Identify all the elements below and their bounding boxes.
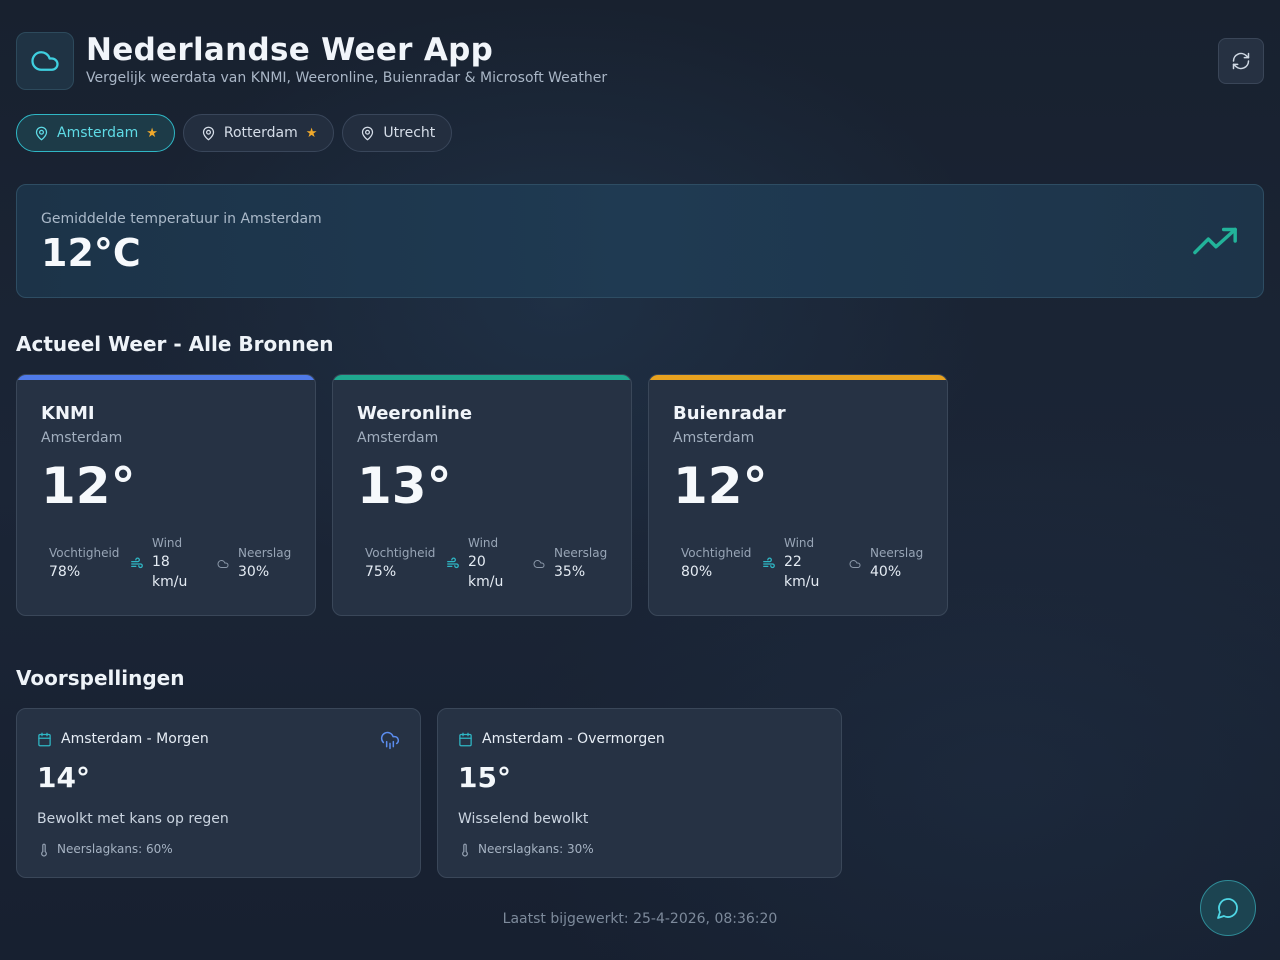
app-header: Nederlandse Weer App Vergelijk weerdata … bbox=[16, 32, 1264, 90]
wind-value: 22 bbox=[784, 554, 802, 570]
source-accent-bar bbox=[17, 375, 315, 380]
wind-label: Wind bbox=[784, 536, 815, 550]
calendar-icon bbox=[38, 732, 51, 747]
city-selector: Amsterdam ★ Rotterdam ★ Utrecht bbox=[16, 114, 453, 152]
forecast-description: Wisselend bewolkt bbox=[458, 811, 589, 827]
forecast-rain-chance: Neerslagkans: 30% bbox=[478, 842, 594, 856]
cloud-rain-icon bbox=[380, 731, 400, 750]
city-chip-label: Utrecht bbox=[383, 125, 436, 141]
source-accent-bar bbox=[649, 375, 947, 380]
source-name: Weeronline bbox=[357, 403, 473, 424]
forecast-title: Amsterdam - Morgen bbox=[61, 731, 209, 747]
city-chip-rotterdam[interactable]: Rotterdam ★ bbox=[182, 114, 335, 152]
humidity-value: 78% bbox=[49, 564, 81, 580]
wind-unit: km/u bbox=[784, 574, 820, 590]
forecast-rain-chance: Neerslagkans: 60% bbox=[57, 842, 173, 856]
app-title: Nederlandse Weer App bbox=[86, 32, 494, 68]
wind-unit: km/u bbox=[468, 574, 504, 590]
source-city: Amsterdam bbox=[41, 430, 123, 446]
source-city: Amsterdam bbox=[357, 430, 439, 446]
wind-label: Wind bbox=[468, 536, 499, 550]
source-card-buienradar: Buienradar Amsterdam 12° Vochtigheid 80%… bbox=[648, 374, 948, 616]
source-temperature: 13° bbox=[357, 457, 452, 515]
chat-bubble-icon bbox=[1217, 898, 1238, 919]
forecast-card-tomorrow: Amsterdam - Morgen 14° Bewolkt met kans … bbox=[16, 708, 421, 878]
city-chip-amsterdam[interactable]: Amsterdam ★ bbox=[16, 114, 175, 152]
refresh-button[interactable] bbox=[1218, 38, 1264, 84]
refresh-icon bbox=[1232, 52, 1250, 70]
humidity-value: 75% bbox=[365, 564, 397, 580]
wind-value: 20 bbox=[468, 554, 486, 570]
map-pin-icon bbox=[202, 126, 215, 140]
rain-value: 40% bbox=[870, 564, 902, 580]
rain-label: Neerslag bbox=[238, 546, 292, 560]
wind-label: Wind bbox=[152, 536, 183, 550]
source-card-knmi: KNMI Amsterdam 12° Vochtigheid 78% Wind … bbox=[16, 374, 316, 616]
forecast-temperature: 15° bbox=[458, 761, 511, 794]
cloud-icon bbox=[217, 560, 229, 568]
thermometer-icon bbox=[462, 843, 468, 857]
cloud-icon bbox=[533, 560, 545, 568]
source-name: Buienradar bbox=[673, 403, 786, 424]
humidity-label: Vochtigheid bbox=[365, 546, 436, 560]
current-weather-title: Actueel Weer - Alle Bronnen bbox=[16, 332, 334, 356]
star-icon: ★ bbox=[305, 125, 318, 141]
average-label: Gemiddelde temperatuur in Amsterdam bbox=[41, 211, 322, 227]
average-value: 12°C bbox=[41, 231, 141, 275]
map-pin-icon bbox=[35, 126, 48, 140]
source-city: Amsterdam bbox=[673, 430, 755, 446]
average-temperature-card: Gemiddelde temperatuur in Amsterdam 12°C bbox=[16, 184, 1264, 298]
rain-value: 30% bbox=[238, 564, 270, 580]
thermometer-icon bbox=[41, 843, 47, 857]
source-temperature: 12° bbox=[673, 457, 768, 515]
forecast-description: Bewolkt met kans op regen bbox=[37, 811, 229, 827]
forecast-section-title: Voorspellingen bbox=[16, 666, 185, 690]
calendar-icon bbox=[459, 732, 472, 747]
source-card-weeronline: Weeronline Amsterdam 13° Vochtigheid 75%… bbox=[332, 374, 632, 616]
humidity-value: 80% bbox=[681, 564, 713, 580]
wind-value: 18 bbox=[152, 554, 170, 570]
city-chip-label: Amsterdam bbox=[57, 125, 139, 141]
humidity-label: Vochtigheid bbox=[49, 546, 120, 560]
rain-label: Neerslag bbox=[870, 546, 924, 560]
chat-button[interactable] bbox=[1200, 880, 1256, 936]
wind-icon bbox=[131, 557, 143, 569]
app-subtitle: Vergelijk weerdata van KNMI, Weeronline,… bbox=[86, 70, 608, 86]
city-chip-label: Rotterdam bbox=[223, 125, 298, 141]
wind-unit: km/u bbox=[152, 574, 188, 590]
source-accent-bar bbox=[333, 375, 631, 380]
source-temperature: 12° bbox=[41, 457, 136, 515]
cloud-icon bbox=[849, 560, 861, 568]
city-chip-utrecht[interactable]: Utrecht bbox=[342, 114, 453, 152]
wind-icon bbox=[447, 557, 459, 569]
cloud-logo-icon bbox=[16, 32, 74, 90]
forecast-card-day-after: Amsterdam - Overmorgen 15° Wisselend bew… bbox=[437, 708, 842, 878]
map-pin-icon bbox=[362, 126, 374, 140]
rain-label: Neerslag bbox=[554, 546, 608, 560]
last-updated: Laatst bijgewerkt: 25-4-2026, 08:36:20 bbox=[502, 911, 778, 927]
forecast-temperature: 14° bbox=[37, 761, 90, 794]
forecast-title: Amsterdam - Overmorgen bbox=[482, 731, 665, 747]
star-icon: ★ bbox=[146, 125, 158, 141]
humidity-label: Vochtigheid bbox=[681, 546, 752, 560]
wind-icon bbox=[763, 557, 775, 569]
source-name: KNMI bbox=[41, 403, 95, 424]
rain-value: 35% bbox=[554, 564, 586, 580]
trending-up-icon bbox=[1193, 227, 1237, 255]
